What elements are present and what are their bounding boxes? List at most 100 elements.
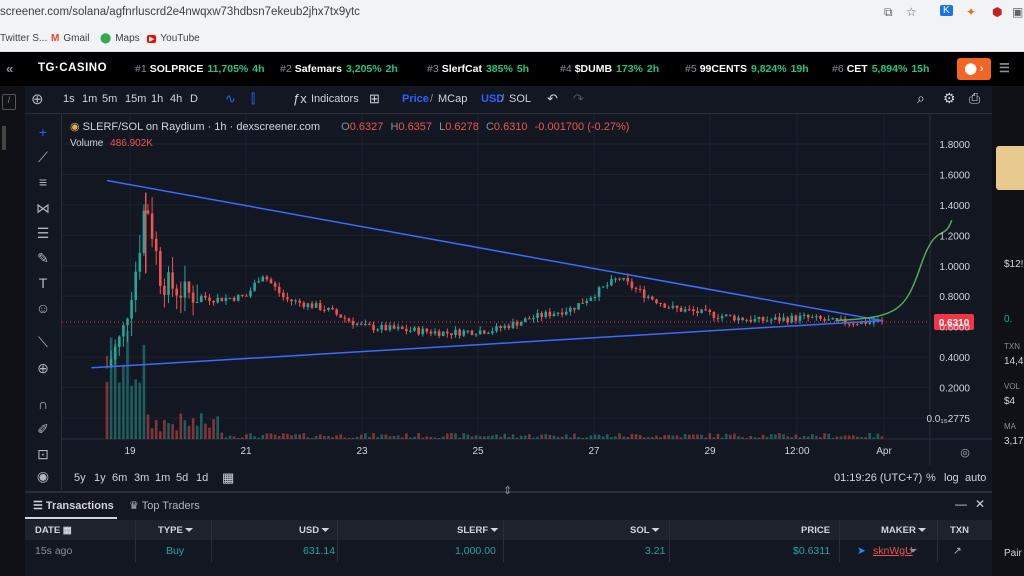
extension-icon[interactable]: ⬢ <box>992 5 1002 19</box>
trending-item[interactable]: #6 CET 5,894% 15h <box>832 63 929 75</box>
candle-body <box>856 324 859 326</box>
range-3m[interactable]: 3m <box>134 472 149 484</box>
collapse-chevron-icon[interactable]: « <box>6 61 13 76</box>
lock-drawing-icon[interactable]: ✐ <box>33 419 53 439</box>
url-text[interactable]: screener.com/solana/agfnrluscrd2e4nwqxw7… <box>0 6 360 18</box>
bookmark-gmail[interactable]: M Gmail <box>51 33 89 44</box>
trending-item[interactable]: #1 SOLPRICE 11,705% 4h <box>135 63 265 75</box>
fib-retracement-icon[interactable]: ☰ <box>33 223 53 243</box>
lock-icon[interactable]: ⊡ <box>33 444 53 464</box>
utc-clock[interactable]: 01:19:26 (UTC+7) <box>834 472 922 484</box>
add-symbol-icon[interactable]: ⊕ <box>31 90 44 108</box>
timeframe-4h[interactable]: 4h <box>170 93 182 105</box>
tg-casino-logo[interactable]: TG·CASINO <box>38 62 107 74</box>
external-link-icon[interactable]: ↗ <box>953 545 962 557</box>
range-1d[interactable]: 1d <box>196 472 208 484</box>
col-type[interactable]: TYPE ⏷ <box>158 525 193 536</box>
auto-toggle[interactable]: auto <box>965 472 986 484</box>
timeframe-1h[interactable]: 1h <box>151 93 163 105</box>
col-txn[interactable]: TXN <box>950 525 969 536</box>
price-chart[interactable]: 0.6310 1.8000 1.6000 1.4000 1.2000 1.0000 0.8… <box>62 114 992 490</box>
ruler-icon[interactable]: ⟍ <box>33 332 53 352</box>
range-5y[interactable]: 5y <box>74 472 86 484</box>
range-1y[interactable]: 1y <box>94 472 106 484</box>
col-date[interactable]: DATE ▦ <box>35 525 72 536</box>
trending-item[interactable]: #4 $DUMB 173% 2h <box>560 63 659 75</box>
zoom-in-icon[interactable]: ⊕ <box>33 358 53 378</box>
sol-toggle[interactable]: SOL <box>509 93 531 105</box>
timeframe-1m[interactable]: 1m <box>82 93 97 105</box>
indicators-button[interactable]: Indicators <box>311 93 359 105</box>
layout-grid-icon[interactable]: ⊞ <box>369 91 380 107</box>
candle-body <box>536 312 539 319</box>
col-maker[interactable]: MAKER ⏷ <box>881 525 926 536</box>
range-5d[interactable]: 5d <box>176 472 188 484</box>
volume-bar <box>692 434 695 439</box>
line-chart-icon[interactable]: ∿ <box>225 91 236 107</box>
trending-item[interactable]: #5 99CENTS 9,824% 19h <box>685 63 809 75</box>
trending-item[interactable]: #3 SlerfCat 385% 5h <box>427 63 529 75</box>
tab-top-traders[interactable]: ♛ Top Traders <box>129 499 200 512</box>
menu-icon[interactable]: ☰ <box>999 61 1010 75</box>
col-sol[interactable]: SOL ⏷ <box>630 525 660 536</box>
sidebar-scrollbar[interactable] <box>2 126 6 150</box>
candle-body <box>753 318 757 322</box>
table-row[interactable]: 15s ago Buy 631.14 1,000.00 3.21 $0.6311… <box>25 540 992 562</box>
camera-icon[interactable]: ⎙ <box>969 90 980 107</box>
timeframe-5m[interactable]: 5m <box>102 93 117 105</box>
cell-maker[interactable]: sknWgU <box>873 545 913 557</box>
log-toggle[interactable]: log <box>944 472 959 484</box>
calendar-icon[interactable]: ▦ <box>222 470 234 486</box>
magnet-icon[interactable]: ∩ <box>33 394 53 414</box>
bookmark-twitter[interactable]: Twitter S... <box>0 33 47 44</box>
horizontal-lines-icon[interactable]: ≡ <box>33 172 53 192</box>
candle-body <box>294 300 297 302</box>
tab-transactions[interactable]: ☰ Transactions <box>33 499 114 512</box>
crosshair-icon[interactable]: + <box>33 122 53 142</box>
timeframe-1s[interactable]: 1s <box>63 93 75 105</box>
trendline-icon[interactable]: ⟋ <box>33 147 53 167</box>
eye-icon[interactable]: ◉ <box>33 466 53 486</box>
range-1m[interactable]: 1m <box>155 472 170 484</box>
metamask-icon[interactable]: ✦ <box>966 5 976 19</box>
promo-button[interactable]: ⬤ › <box>957 58 991 80</box>
filter-icon[interactable]: ⏷ <box>909 545 917 558</box>
price-toggle[interactable]: Price <box>402 93 429 105</box>
trending-item[interactable]: #2 Safemars 3,205% 2h <box>280 63 398 75</box>
col-price[interactable]: PRICE <box>801 525 830 536</box>
indicators-icon[interactable]: ƒx <box>293 91 307 106</box>
chart-canvas[interactable]: 0.6310 1.8000 1.6000 1.4000 1.2000 1.0000 0.8… <box>62 114 992 465</box>
brush-icon[interactable]: ✎ <box>33 248 53 268</box>
redo-icon[interactable]: ↷ <box>573 91 584 107</box>
bookmark-star-icon[interactable]: ☆ <box>906 5 917 19</box>
timeframe-15m[interactable]: 15m <box>125 93 146 105</box>
candles-icon[interactable]: ⫿ <box>251 91 255 107</box>
col-divider <box>135 520 136 540</box>
pitchfork-icon[interactable]: ⋈ <box>33 198 53 218</box>
undo-icon[interactable]: ↶ <box>547 91 558 107</box>
maker-bird-icon: ➤ <box>857 545 866 557</box>
percent-toggle[interactable]: % <box>926 472 936 484</box>
mcap-toggle[interactable]: MCap <box>438 93 467 105</box>
col-slerf[interactable]: SLERF ⏷ <box>457 525 498 536</box>
zoom-search-icon[interactable]: ⌕ <box>917 90 925 107</box>
candle-body <box>692 309 695 312</box>
volume-bar <box>446 433 449 439</box>
settings-gear-icon[interactable]: ⚙ <box>943 90 956 107</box>
x-tick-label: 29 <box>704 446 716 457</box>
emoji-icon[interactable]: ☺ <box>33 298 53 318</box>
sidebar-toggle-icon[interactable]: / <box>2 94 16 110</box>
range-6m[interactable]: 6m <box>112 472 127 484</box>
minimize-icon[interactable]: — <box>955 497 967 511</box>
text-tool-icon[interactable]: T <box>33 273 53 293</box>
col-usd[interactable]: USD ⏷ <box>299 525 329 536</box>
install-icon[interactable]: ⧉ <box>884 5 893 20</box>
close-icon[interactable]: ✕ <box>975 497 985 511</box>
puzzle-icon[interactable]: ▣ <box>1012 5 1023 19</box>
browser-address-bar[interactable]: screener.com/solana/agfnrluscrd2e4nwqxw7… <box>0 0 1024 26</box>
bookmark-maps[interactable]: ⬤ Maps <box>100 33 140 44</box>
extension-k-icon[interactable]: K <box>940 5 953 16</box>
bookmark-youtube[interactable]: ▶ YouTube <box>147 33 200 44</box>
timeframe-d[interactable]: D <box>190 93 198 105</box>
candle-body <box>343 317 347 319</box>
